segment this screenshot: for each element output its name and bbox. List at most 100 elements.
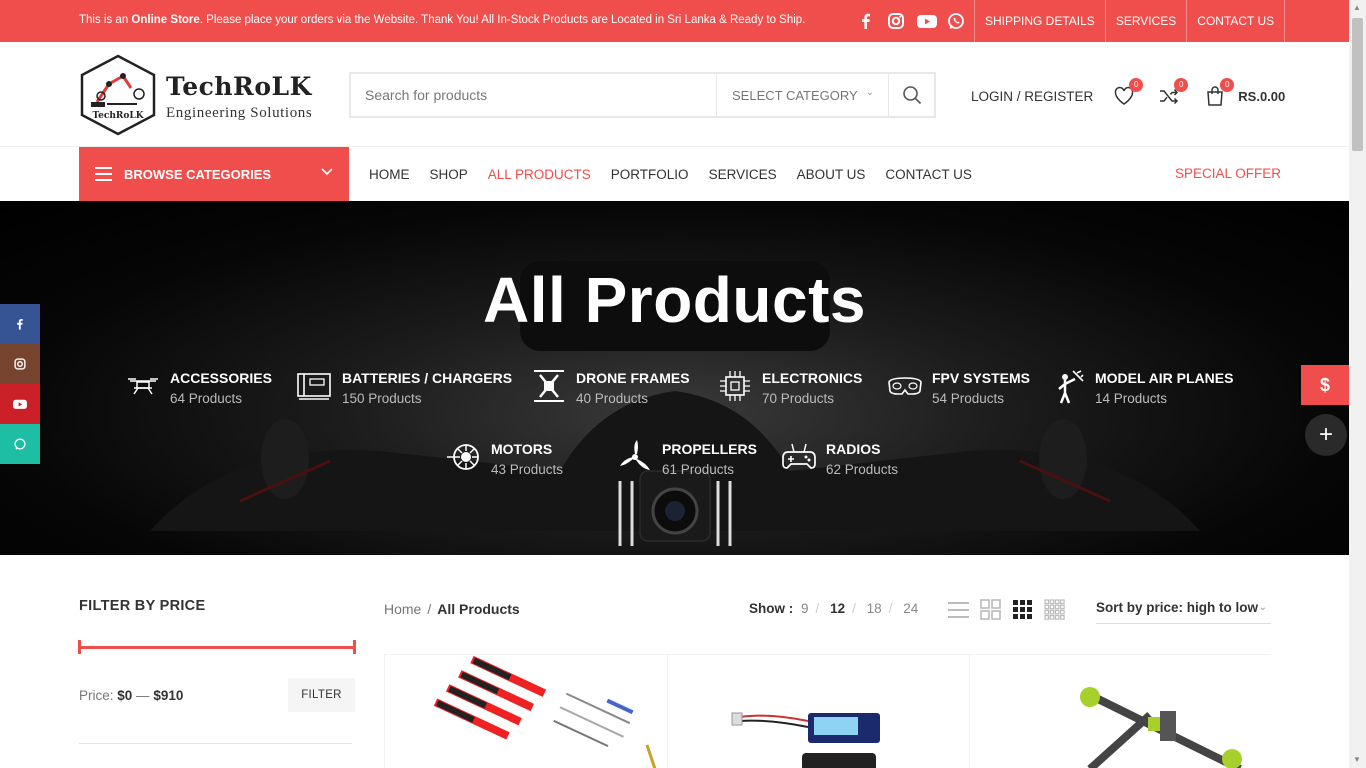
login-register-link[interactable]: LOGIN / REGISTER <box>971 89 1093 104</box>
nav-shop[interactable]: SHOP <box>430 167 468 182</box>
nav-portfolio[interactable]: PORTFOLIO <box>611 167 689 182</box>
battery-charger-icon <box>297 373 331 400</box>
cart-total[interactable]: RS.0.00 <box>1238 89 1285 104</box>
breadcrumb-home[interactable]: Home <box>384 601 421 617</box>
category-accessories[interactable]: ACCESSORIES 64 Products <box>124 369 272 411</box>
social-links <box>856 11 966 31</box>
currency-switcher-button[interactable]: $ <box>1301 365 1349 405</box>
brand-tagline: Engineering Solutions <box>166 105 313 121</box>
category-fpv-systems[interactable]: FPV SYSTEMS 54 Products <box>886 369 1030 411</box>
expand-widget-button[interactable]: + <box>1305 414 1347 456</box>
product-card[interactable] <box>667 654 969 768</box>
scroll-up-arrow-icon[interactable]: ▲ <box>1353 3 1361 12</box>
product-image <box>731 712 880 768</box>
list-view-icon[interactable] <box>948 599 969 620</box>
special-offer-link[interactable]: SPECIAL OFFER <box>1175 166 1281 181</box>
category-count: 40 Products <box>576 391 649 406</box>
youtube-icon[interactable] <box>916 11 937 31</box>
view-mode-switcher <box>948 599 1065 620</box>
services-link[interactable]: SERVICES <box>1104 0 1186 42</box>
site-logo[interactable]: TechRoLK TechRoLK Engineering Solutions <box>79 54 329 136</box>
top-links: SHIPPING DETAILS SERVICES CONTACT US <box>974 0 1286 42</box>
price-range-slider[interactable] <box>78 640 356 654</box>
chevron-down-icon: ⌄ <box>1258 602 1267 613</box>
whatsapp-icon[interactable] <box>946 11 966 31</box>
category-propellers[interactable]: PROPELLERS 61 Products <box>616 440 757 482</box>
facebook-icon[interactable] <box>0 304 40 344</box>
logo-badge-text: TechRoLK <box>92 111 144 121</box>
facebook-icon[interactable] <box>856 11 876 31</box>
whatsapp-icon[interactable] <box>0 424 40 464</box>
price-slider-max-handle[interactable] <box>353 640 356 654</box>
breadcrumb: Home / All Products <box>384 601 520 617</box>
search-button[interactable] <box>888 74 934 116</box>
category-select[interactable]: SELECT CATEGORY ⌄ <box>716 74 888 116</box>
scroll-down-arrow-icon[interactable]: ▼ <box>1353 755 1361 764</box>
category-motors[interactable]: MOTORS 43 Products <box>445 440 563 482</box>
category-name: BATTERIES / CHARGERS <box>342 370 513 386</box>
product-card[interactable] <box>969 654 1271 768</box>
category-electronics[interactable]: ELECTRONICS 70 Products <box>716 369 862 411</box>
instagram-icon[interactable] <box>0 344 40 384</box>
category-select-label: SELECT CATEGORY <box>732 87 858 103</box>
shipping-details-link[interactable]: SHIPPING DETAILS <box>974 0 1105 42</box>
per-page-option-9[interactable]: 9 <box>801 601 809 616</box>
category-radios[interactable]: RADIOS 62 Products <box>780 440 898 482</box>
browse-categories-button[interactable]: BROWSE CATEGORIES <box>79 147 349 201</box>
page-title: All Products <box>483 264 866 336</box>
filter-button[interactable]: FILTER <box>288 678 355 712</box>
browse-categories-label: BROWSE CATEGORIES <box>124 166 272 182</box>
products-per-page: Show : 9/ 12/ 18/ 24 <box>749 601 919 616</box>
grid-3-view-icon[interactable] <box>1012 599 1033 620</box>
category-batteries-chargers[interactable]: BATTERIES / CHARGERS 150 Products <box>296 369 512 411</box>
wishlist-button[interactable]: 0 <box>1113 78 1144 107</box>
category-count: 14 Products <box>1095 391 1168 406</box>
category-name: MOTORS <box>491 441 553 457</box>
price-max: $910 <box>153 688 184 703</box>
category-count: 70 Products <box>762 391 835 406</box>
top-bar: This is an Online Store. Please place yo… <box>0 0 1349 42</box>
nav-contact-us[interactable]: CONTACT US <box>885 167 972 182</box>
instagram-icon[interactable] <box>886 11 906 31</box>
youtube-icon[interactable] <box>0 384 40 424</box>
category-count: 62 Products <box>826 462 899 477</box>
compare-button[interactable]: 0 <box>1158 78 1189 107</box>
per-page-option-24[interactable]: 24 <box>903 601 918 616</box>
category-name: FPV SYSTEMS <box>932 370 1031 386</box>
page-hero: All Products ACCESSORIES 64 Products BATT… <box>0 201 1349 555</box>
radio-controller-icon <box>782 443 816 469</box>
cart-button[interactable]: 0 <box>1204 78 1235 107</box>
wishlist-count-badge: 0 <box>1129 78 1144 92</box>
category-name: ELECTRONICS <box>762 370 863 386</box>
nav-home[interactable]: HOME <box>369 167 410 182</box>
nav-about-us[interactable]: ABOUT US <box>797 167 866 182</box>
price-slider-min-handle[interactable] <box>78 640 81 654</box>
category-name: RADIOS <box>826 441 881 457</box>
category-name: DRONE FRAMES <box>576 370 690 386</box>
store-notice: This is an Online Store. Please place yo… <box>79 14 806 26</box>
show-label: Show : <box>749 601 794 616</box>
grid-4-view-icon[interactable] <box>1044 599 1065 620</box>
product-image <box>1080 687 1242 768</box>
search-input[interactable] <box>351 74 716 116</box>
contact-us-link[interactable]: CONTACT US <box>1186 0 1286 42</box>
per-page-option-12[interactable]: 12 <box>830 601 845 616</box>
product-card[interactable] <box>384 654 667 768</box>
category-count: 54 Products <box>932 391 1005 406</box>
category-name: MODEL AIR PLANES <box>1095 370 1234 386</box>
category-model-air-planes[interactable]: MODEL AIR PLANES 14 Products <box>1049 369 1233 411</box>
category-name: PROPELLERS <box>662 441 757 457</box>
nav-all-products[interactable]: ALL PRODUCTS <box>488 167 591 182</box>
chevron-down-icon <box>321 168 333 176</box>
breadcrumb-current: All Products <box>437 601 520 617</box>
price-min: $0 <box>117 688 133 703</box>
category-drone-frames[interactable]: DRONE FRAMES 40 Products <box>530 369 690 411</box>
page-scrollbar[interactable]: ▲ ▼ <box>1349 0 1366 768</box>
nav-services[interactable]: SERVICES <box>709 167 777 182</box>
per-page-option-18[interactable]: 18 <box>867 601 882 616</box>
scrollbar-thumb[interactable] <box>1352 18 1363 151</box>
price-range-text: Price: $0 — $910 <box>79 688 184 703</box>
grid-2-view-icon[interactable] <box>980 599 1001 620</box>
sort-select[interactable]: Sort by price: high to low ⌄ <box>1096 600 1271 624</box>
hamburger-menu-icon <box>95 167 112 181</box>
